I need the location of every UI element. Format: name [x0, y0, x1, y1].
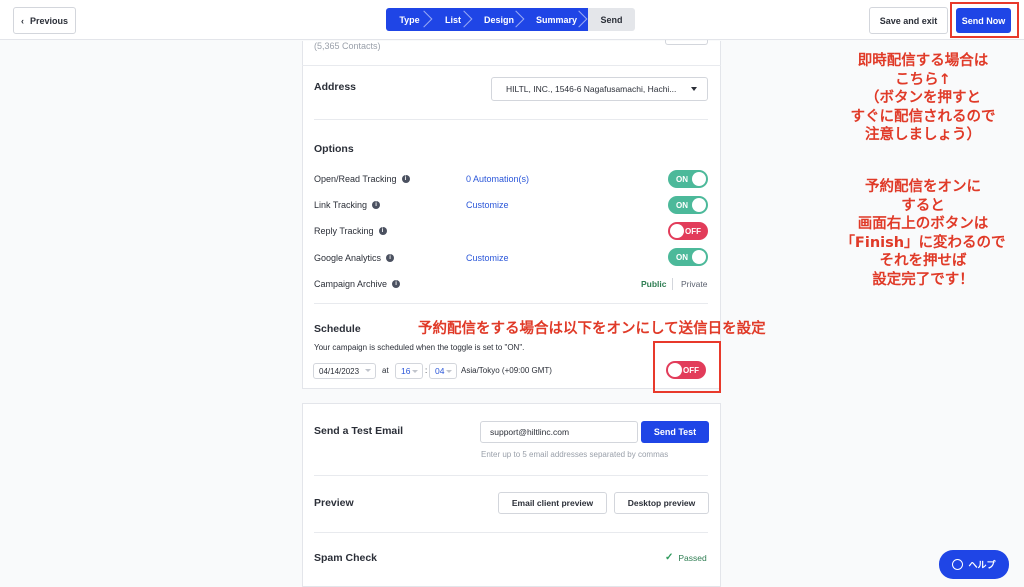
contacts-count: (5,365 Contacts) [314, 41, 381, 51]
test-email-title: Send a Test Email [314, 425, 404, 437]
info-icon[interactable]: i [386, 254, 395, 262]
info-icon[interactable]: i [378, 227, 387, 235]
step-send[interactable]: Send [588, 8, 635, 31]
google-analytics-customize-link[interactable]: Customize [466, 253, 509, 263]
spam-check-title: Spam Check [314, 552, 378, 564]
chat-bubble-icon [952, 559, 964, 570]
chevron-left-icon: ‹ [20, 15, 24, 26]
check-icon: ✓ [665, 552, 674, 563]
schedule-minute-select[interactable]: 04 [429, 363, 457, 379]
previous-button[interactable]: ‹ Previous [13, 7, 76, 34]
archive-public-option[interactable]: Public [641, 279, 667, 289]
schedule-description: Your campaign is scheduled when the togg… [314, 343, 525, 352]
help-button[interactable]: ヘルプ [939, 550, 1009, 579]
reply-tracking-toggle[interactable]: OFF [668, 222, 708, 240]
divider [672, 278, 673, 290]
address-select[interactable]: HILTL, INC., 1546-6 Nagafusamachi, Hachi… [491, 77, 708, 101]
options-title: Options [314, 143, 354, 155]
annotation-send-now: 即時配信する場合は こちら↑ （ボタンを押すと すぐに配信されるので 注意しまし… [850, 53, 996, 143]
info-icon[interactable]: i [401, 175, 410, 183]
link-tracking-customize-link[interactable]: Customize [466, 200, 509, 210]
schedule-title: Schedule [314, 323, 361, 335]
test-email-input[interactable]: support@hiltlinc.com [480, 421, 638, 443]
open-read-tracking-label: Open/Read Tracking i [314, 174, 410, 184]
send-now-button[interactable]: Send Now [956, 8, 1011, 33]
save-and-exit-button[interactable]: Save and exit [869, 7, 948, 34]
link-tracking-label: Link Tracking i [314, 200, 381, 210]
annotation-finish: 予約配信をオンに すると 画面右上のボタンは 「Finish」に変わるので それ… [840, 179, 1006, 288]
divider [314, 475, 708, 476]
timezone-label: Asia/Tokyo (+09:00 GMT) [461, 366, 552, 375]
schedule-toggle-highlight [653, 341, 721, 393]
caret-down-icon [691, 87, 697, 91]
previous-label: Previous [29, 15, 69, 26]
open-read-tracking-toggle[interactable]: ON [668, 170, 708, 188]
spam-check-status: ✓ Passed [665, 552, 707, 563]
email-client-preview-button[interactable]: Email client preview [498, 492, 607, 514]
info-icon[interactable]: i [392, 280, 401, 288]
divider [314, 303, 708, 304]
recipients-edit-button[interactable] [665, 40, 708, 45]
google-analytics-toggle[interactable]: ON [668, 248, 708, 266]
info-icon[interactable]: i [372, 201, 381, 209]
caret-down-icon [412, 370, 418, 373]
automations-link[interactable]: 0 Automation(s) [466, 174, 529, 184]
address-title: Address [314, 81, 357, 93]
send-test-button[interactable]: Send Test [641, 421, 709, 443]
schedule-date-input[interactable]: 04/14/2023 [313, 363, 376, 379]
preview-title: Preview [314, 497, 354, 509]
test-email-help: Enter up to 5 email addresses separated … [481, 450, 669, 459]
annotation-schedule: 予約配信をする場合は以下をオンにして送信日を設定 [418, 321, 766, 337]
divider [302, 65, 721, 66]
campaign-stepper: Type List Design Summary Send [386, 8, 635, 31]
top-bar: ‹ Previous Type List Design Summary Send… [0, 0, 1024, 40]
time-colon: : [425, 366, 428, 375]
step-list[interactable]: List [433, 8, 473, 31]
step-type[interactable]: Type [386, 8, 433, 31]
google-analytics-label: Google Analytics i [314, 253, 395, 263]
schedule-hour-select[interactable]: 16 [395, 363, 423, 379]
divider [314, 532, 708, 533]
at-label: at [382, 366, 389, 375]
desktop-preview-button[interactable]: Desktop preview [614, 492, 709, 514]
caret-down-icon [446, 370, 452, 373]
divider [314, 119, 708, 120]
campaign-archive-label: Campaign Archive i [314, 279, 401, 289]
caret-down-icon [365, 369, 371, 372]
link-tracking-toggle[interactable]: ON [668, 196, 708, 214]
address-value: HILTL, INC., 1546-6 Nagafusamachi, Hachi… [506, 84, 677, 94]
archive-private-option[interactable]: Private [681, 279, 707, 289]
step-design[interactable]: Design [473, 8, 525, 31]
step-summary[interactable]: Summary [525, 8, 588, 31]
reply-tracking-label: Reply Tracking i [314, 226, 387, 236]
